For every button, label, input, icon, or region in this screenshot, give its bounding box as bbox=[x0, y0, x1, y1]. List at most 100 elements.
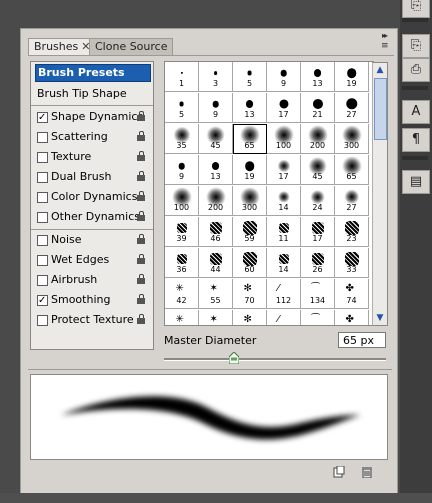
dock-paragraph-icon[interactable]: ¶ bbox=[402, 128, 430, 152]
brush-preset[interactable]: 9 bbox=[199, 93, 233, 123]
lock-icon[interactable] bbox=[137, 254, 146, 265]
brush-tip-shape-item[interactable]: Brush Tip Shape bbox=[31, 84, 153, 104]
brush-preset[interactable]: ✻ bbox=[233, 310, 267, 325]
brush-preset[interactable]: 300 bbox=[233, 186, 267, 216]
lock-icon[interactable] bbox=[137, 131, 146, 142]
brush-option-airbrush[interactable]: Airbrush bbox=[31, 270, 153, 290]
lock-icon[interactable] bbox=[137, 211, 146, 222]
brush-preset[interactable]: 19 bbox=[233, 155, 267, 185]
brush-preset[interactable]: 59 bbox=[233, 217, 267, 247]
scroll-down-icon[interactable]: ▼ bbox=[373, 311, 387, 325]
tab-clone-source[interactable]: Clone Source bbox=[89, 38, 174, 55]
brush-preset[interactable]: ✤ bbox=[335, 310, 369, 325]
brush-preset[interactable]: 200 bbox=[301, 124, 335, 154]
new-brush-icon[interactable] bbox=[333, 466, 345, 478]
dock-clone-source-icon[interactable]: ⎘ bbox=[402, 34, 430, 58]
collapse-icon[interactable]: ▸▸ bbox=[382, 31, 388, 40]
brush-preset[interactable]: 200 bbox=[199, 186, 233, 216]
option-checkbox[interactable] bbox=[37, 315, 48, 326]
brush-preset[interactable]: 45 bbox=[199, 124, 233, 154]
brush-preset[interactable]: ✶ 55 bbox=[199, 279, 233, 309]
brush-preset[interactable]: 300 bbox=[335, 124, 369, 154]
master-diameter-slider[interactable] bbox=[164, 358, 386, 361]
trash-icon[interactable] bbox=[361, 466, 373, 478]
brush-preset[interactable]: ⁀ 134 bbox=[301, 279, 335, 309]
brush-option-texture[interactable]: Texture bbox=[31, 147, 153, 167]
brush-option-other-dynamics[interactable]: Other Dynamics bbox=[31, 207, 153, 227]
dock-tool-icon[interactable]: ⎘ bbox=[402, 0, 430, 18]
brush-preset[interactable]: 14 bbox=[267, 186, 301, 216]
brush-preset[interactable]: ✳ bbox=[165, 310, 199, 325]
brush-preset[interactable]: 65 bbox=[335, 155, 369, 185]
brush-preset[interactable]: 13 bbox=[233, 93, 267, 123]
brush-preset[interactable]: ⁀ bbox=[301, 310, 335, 325]
brush-preset[interactable]: 100 bbox=[165, 186, 199, 216]
brush-option-protect-texture[interactable]: Protect Texture bbox=[31, 310, 153, 330]
scroll-up-icon[interactable]: ▲ bbox=[373, 63, 387, 77]
brush-preset[interactable]: ⁄ bbox=[267, 310, 301, 325]
option-checkbox[interactable] bbox=[37, 275, 48, 286]
brush-preset[interactable]: 9 bbox=[165, 155, 199, 185]
brush-presets-item[interactable]: Brush Presets bbox=[35, 64, 151, 82]
brush-preset[interactable]: 17 bbox=[267, 93, 301, 123]
tab-brushes[interactable]: Brushes ✕ bbox=[28, 38, 97, 56]
brush-preset[interactable]: 14 bbox=[267, 248, 301, 278]
scroll-thumb[interactable] bbox=[374, 78, 387, 140]
dock-layer-comps-icon[interactable]: ▤ bbox=[402, 170, 430, 194]
brush-option-noise[interactable]: Noise bbox=[31, 230, 153, 250]
brush-preset[interactable]: 33 bbox=[335, 248, 369, 278]
brush-preset[interactable]: ✻ 70 bbox=[233, 279, 267, 309]
brush-preset[interactable]: 13 bbox=[199, 155, 233, 185]
brush-preset[interactable]: ✳ 42 bbox=[165, 279, 199, 309]
lock-icon[interactable] bbox=[137, 274, 146, 285]
brush-option-smoothing[interactable]: Smoothing bbox=[31, 290, 153, 311]
brush-preset[interactable]: 39 bbox=[165, 217, 199, 247]
brush-preset[interactable]: 35 bbox=[165, 124, 199, 154]
brush-preset[interactable]: 19 bbox=[335, 62, 369, 92]
brush-option-scattering[interactable]: Scattering bbox=[31, 127, 153, 147]
brush-preset[interactable]: 26 bbox=[301, 248, 335, 278]
option-checkbox[interactable] bbox=[37, 172, 48, 183]
option-checkbox[interactable] bbox=[37, 108, 48, 128]
option-checkbox[interactable] bbox=[37, 152, 48, 163]
brush-preset[interactable]: ⁄ 112 bbox=[267, 279, 301, 309]
lock-icon[interactable] bbox=[137, 234, 146, 245]
brush-preset[interactable]: 5 bbox=[165, 93, 199, 123]
option-checkbox[interactable] bbox=[37, 255, 48, 266]
dock-character-icon[interactable]: A bbox=[402, 100, 430, 124]
brush-preset[interactable]: 11 bbox=[267, 217, 301, 247]
lock-icon[interactable] bbox=[137, 191, 146, 202]
brush-preset[interactable]: 17 bbox=[301, 217, 335, 247]
brush-preset[interactable]: 36 bbox=[165, 248, 199, 278]
lock-icon[interactable] bbox=[137, 314, 146, 325]
option-checkbox[interactable] bbox=[37, 192, 48, 203]
lock-icon[interactable] bbox=[137, 171, 146, 182]
brush-preset[interactable]: 21 bbox=[301, 93, 335, 123]
lock-icon[interactable] bbox=[137, 111, 146, 122]
brush-preset[interactable]: 1 bbox=[165, 62, 199, 92]
brush-preset[interactable]: 46 bbox=[199, 217, 233, 247]
lock-icon[interactable] bbox=[137, 151, 146, 162]
dock-tool-presets-icon[interactable]: ⎙ bbox=[402, 58, 430, 82]
brush-option-dual-brush[interactable]: Dual Brush bbox=[31, 167, 153, 187]
brush-option-color-dynamics[interactable]: Color Dynamics bbox=[31, 187, 153, 207]
master-diameter-input[interactable]: 65 px bbox=[338, 332, 386, 348]
panel-menu-icon[interactable]: ≡ bbox=[381, 42, 391, 52]
brush-preset[interactable]: 60 bbox=[233, 248, 267, 278]
brush-option-shape-dynamics[interactable]: Shape Dynamics bbox=[31, 107, 153, 128]
brush-preset[interactable]: 24 bbox=[301, 186, 335, 216]
brush-preset[interactable]: 65 bbox=[233, 124, 267, 154]
brush-preset[interactable]: 3 bbox=[199, 62, 233, 92]
option-checkbox[interactable] bbox=[37, 291, 48, 311]
brush-preset[interactable]: 17 bbox=[267, 155, 301, 185]
brush-preset[interactable]: 44 bbox=[199, 248, 233, 278]
brush-preset[interactable]: ✶ bbox=[199, 310, 233, 325]
slider-thumb[interactable] bbox=[229, 352, 239, 364]
brush-preset[interactable]: 23 bbox=[335, 217, 369, 247]
brush-option-wet-edges[interactable]: Wet Edges bbox=[31, 250, 153, 270]
brush-preset[interactable]: 27 bbox=[335, 93, 369, 123]
brush-preset[interactable]: 13 bbox=[301, 62, 335, 92]
brush-preset[interactable]: 100 bbox=[267, 124, 301, 154]
option-checkbox[interactable] bbox=[37, 235, 48, 246]
brush-preset[interactable]: 27 bbox=[335, 186, 369, 216]
